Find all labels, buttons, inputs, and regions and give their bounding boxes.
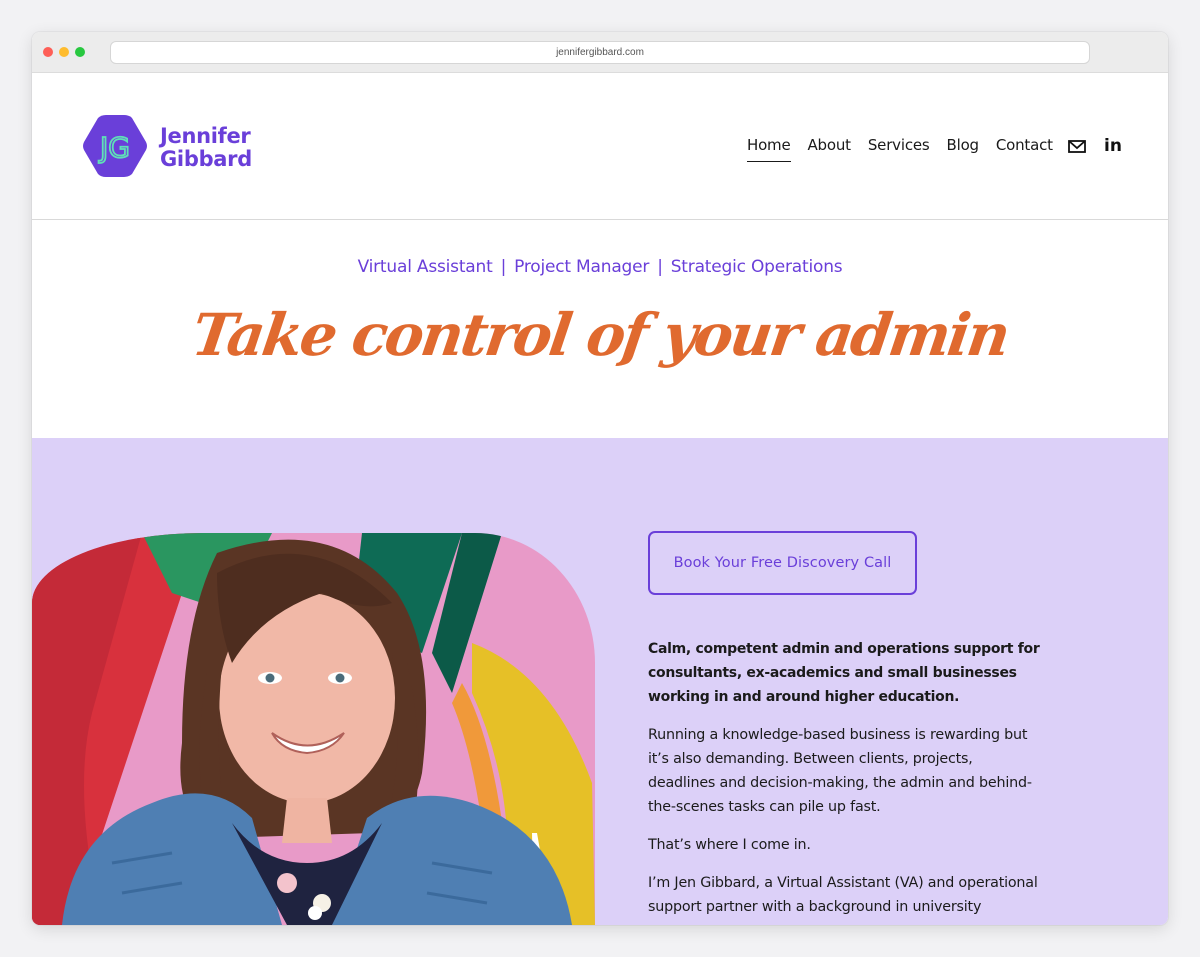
nav-contact[interactable]: Contact bbox=[996, 136, 1053, 162]
tagline-section: Virtual Assistant | Project Manager | Strate… bbox=[32, 221, 1168, 438]
hero-heading: Take control of your admin bbox=[187, 301, 1013, 369]
hero-paragraph: I’m Jen Gibbard, a Virtual Assistant (VA… bbox=[648, 875, 1038, 915]
address-bar[interactable]: jennifergibbard.com bbox=[110, 41, 1090, 64]
nav-about[interactable]: About bbox=[808, 136, 852, 162]
role-separator: | bbox=[500, 257, 507, 277]
main-nav: Home About Services Blog Contact bbox=[747, 136, 1070, 162]
maximize-window-button[interactable] bbox=[75, 47, 85, 57]
book-discovery-call-button[interactable]: Book Your Free Discovery Call bbox=[648, 531, 917, 595]
roles-line: Virtual Assistant | Project Manager | Strate… bbox=[32, 257, 1168, 277]
nav-services[interactable]: Services bbox=[868, 136, 930, 162]
portrait-photo bbox=[32, 533, 595, 925]
logo-first-name: Jennifer bbox=[160, 124, 251, 148]
close-window-button[interactable] bbox=[43, 47, 53, 57]
hero-paragraph: That’s where I come in. bbox=[648, 837, 811, 853]
role-strategic-operations: Strategic Operations bbox=[670, 257, 843, 277]
hero-section: Book Your Free Discovery Call Calm, comp… bbox=[32, 438, 1168, 925]
role-separator: | bbox=[657, 257, 663, 277]
nav-home[interactable]: Home bbox=[747, 136, 791, 162]
site-header: JG Jennifer Gibbard Home About Services … bbox=[32, 73, 1168, 220]
logo-wordmark: Jennifer Gibbard bbox=[160, 125, 252, 171]
browser-titlebar: jennifergibbard.com bbox=[32, 32, 1168, 73]
hero-lead-text: Calm, competent admin and operations sup… bbox=[648, 641, 1040, 705]
logo-monogram: JG bbox=[98, 131, 130, 164]
minimize-window-button[interactable] bbox=[59, 47, 69, 57]
role-virtual-assistant: Virtual Assistant bbox=[357, 257, 493, 277]
site-logo[interactable]: JG Jennifer Gibbard bbox=[82, 115, 252, 179]
hero-paragraph: Running a knowledge-based business is re… bbox=[648, 727, 1032, 815]
role-project-manager: Project Manager bbox=[514, 257, 650, 277]
logo-hexagon-icon: JG bbox=[83, 115, 147, 177]
logo-last-name: Gibbard bbox=[160, 147, 252, 171]
linkedin-icon[interactable]: in bbox=[1104, 136, 1124, 156]
browser-window: jennifergibbard.com JG Jennifer Gibbard … bbox=[32, 32, 1168, 925]
portrait-image bbox=[32, 533, 595, 925]
hero-copy: Calm, competent admin and operations sup… bbox=[648, 637, 1040, 925]
mail-icon[interactable] bbox=[1067, 137, 1087, 155]
nav-blog[interactable]: Blog bbox=[947, 136, 980, 162]
